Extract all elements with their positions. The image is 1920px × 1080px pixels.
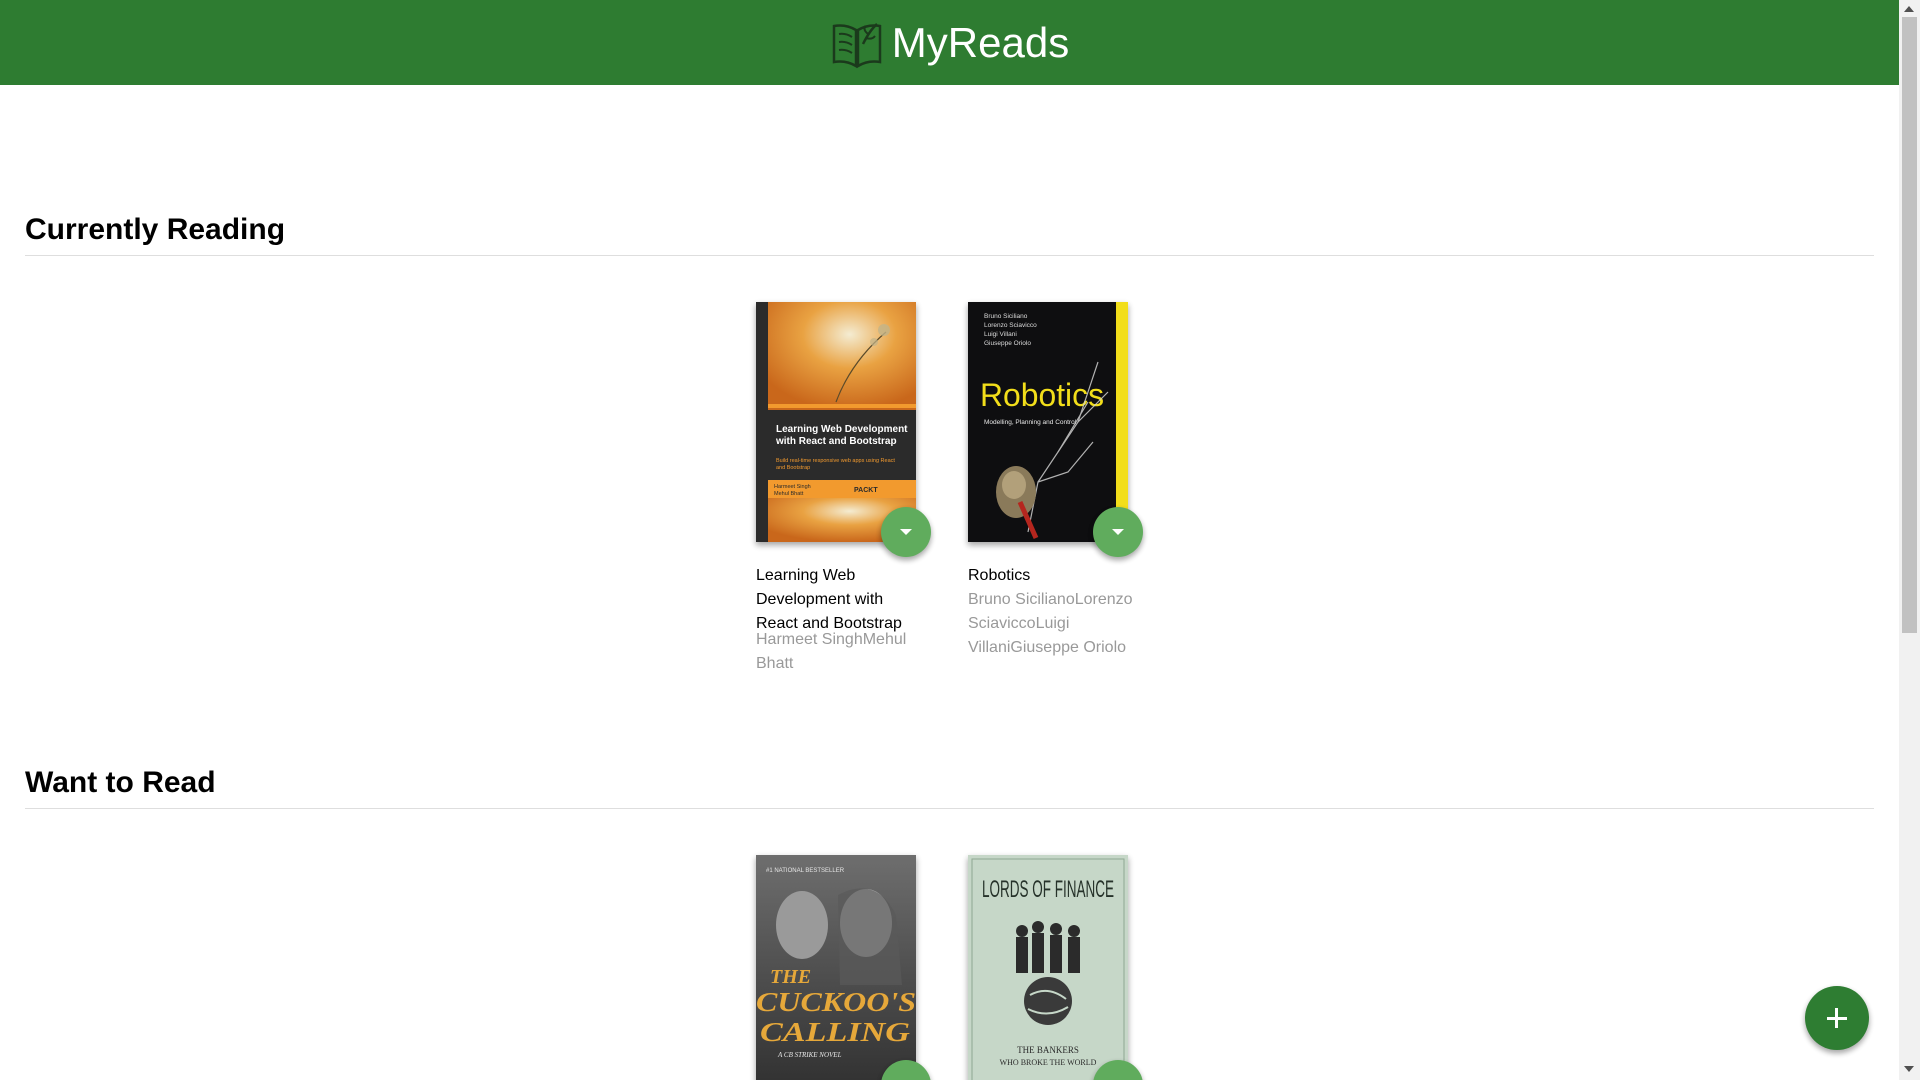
cover-authors: Harmeet Singh (774, 484, 811, 490)
plus-icon-vertical (1835, 1008, 1838, 1028)
book-cover-image: Learning Web Development with React and … (756, 302, 916, 542)
book-cover[interactable]: LORDS OF FINANCE THE BANKERS WHO BROKE T… (968, 855, 1128, 1080)
scroll-up-icon[interactable] (1904, 6, 1914, 12)
add-book-button[interactable] (1805, 986, 1869, 1050)
cover-subtitle: THE BANKERS (1017, 1045, 1079, 1055)
cover-heading: LORDS OF FINANCE (982, 876, 1114, 903)
cover-subtitle: Build real-time responsive web apps usin… (776, 458, 895, 464)
book-cover-image: #1 NATIONAL BESTSELLER THE CUCKOO'S CALL… (756, 855, 916, 1080)
cover-heading-line: with React and Bootstrap (775, 436, 897, 447)
cover-author-line: Bruno Siciliano (984, 313, 1028, 320)
book-authors: Harmeet SinghMehul Bhatt (756, 631, 907, 672)
book-cover[interactable]: Bruno Siciliano Lorenzo Sciavicco Luigi … (968, 302, 1128, 542)
book-cover[interactable]: Learning Web Development with React and … (756, 302, 916, 542)
scroll-down-icon[interactable] (1904, 1066, 1914, 1072)
app-title: MyReads (891, 18, 1070, 66)
book-cover-image: LORDS OF FINANCE THE BANKERS WHO BROKE T… (968, 855, 1128, 1080)
cover-publisher: PACKT (854, 487, 878, 494)
cover-author-line: Luigi Villani (984, 331, 1017, 338)
cover-banner: #1 NATIONAL BESTSELLER (766, 868, 845, 874)
book-title: Learning Web Development with React and … (756, 567, 902, 632)
shelf-changer-button[interactable] (1093, 507, 1143, 557)
cover-subtitle: and Bootstrap (776, 465, 810, 471)
scrollbar-thumb[interactable] (1902, 17, 1917, 633)
cover-heading-line: Learning Web Development (776, 424, 908, 435)
cover-author-line: Giuseppe Oriolo (984, 340, 1031, 347)
shelf-title: Currently Reading (25, 211, 1874, 256)
shelf-currently-reading: Currently Reading (25, 211, 1874, 256)
book-title: Robotics (968, 567, 1031, 584)
cover-authors: Mehul Bhatt (774, 491, 804, 497)
book-authors: Bruno SicilianoLorenzo SciaviccoLuigi Vi… (968, 591, 1133, 656)
book-cover-image: Bruno Siciliano Lorenzo Sciavicco Luigi … (968, 302, 1128, 542)
shelf-title: Want to Read (25, 764, 1874, 809)
cover-heading-line: THE (770, 966, 811, 988)
cover-subtitle: Modelling, Planning and Control (984, 419, 1077, 426)
cover-author-line: Lorenzo Sciavicco (984, 322, 1037, 329)
book-cover[interactable]: #1 NATIONAL BESTSELLER THE CUCKOO'S CALL… (756, 855, 916, 1080)
caret-down-icon (1112, 529, 1124, 535)
cover-subtitle: WHO BROKE THE WORLD (1000, 1058, 1097, 1067)
cover-tagline: A CB STRIKE NOVEL (777, 1051, 842, 1059)
shelf-want-to-read: Want to Read (25, 764, 1874, 809)
caret-down-icon (900, 529, 912, 535)
cover-heading-line: CUCKOO'S (756, 987, 916, 1017)
vertical-scrollbar[interactable] (1899, 0, 1920, 1080)
app-header: MyReads (0, 0, 1899, 85)
shelf-changer-button[interactable] (881, 507, 931, 557)
cover-heading-line: CALLING (760, 1017, 911, 1047)
app-root: MyReads Currently Reading Learning Web D… (0, 0, 1920, 1080)
logo: MyReads (830, 16, 1069, 70)
open-book-icon (832, 22, 882, 68)
cover-heading: Robotics (980, 377, 1104, 413)
